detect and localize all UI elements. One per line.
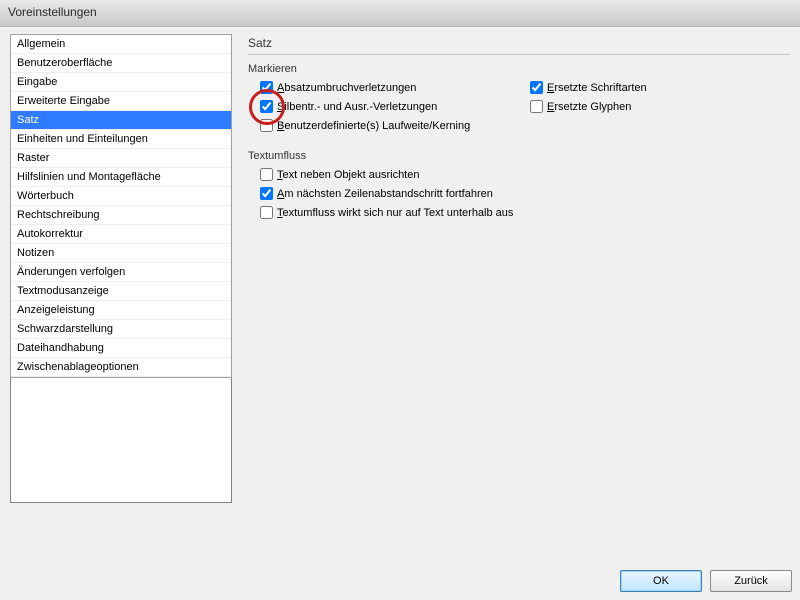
sidebar-item[interactable]: Allgemein (11, 35, 231, 54)
option-mark-2[interactable]: Silbentr.- und Ausr.-Verletzungen (260, 100, 520, 113)
category-description-box (10, 378, 232, 503)
sidebar-item[interactable]: Änderungen verfolgen (11, 263, 231, 282)
option-mark-1[interactable]: Ersetzte Schriftarten (530, 81, 730, 94)
checkbox[interactable] (260, 81, 273, 94)
sidebar-item[interactable]: Anzeigeleistung (11, 301, 231, 320)
sidebar-item[interactable]: Benutzeroberfläche (11, 54, 231, 73)
sidebar-item[interactable]: Rechtschreibung (11, 206, 231, 225)
window-body: AllgemeinBenutzeroberflächeEingabeErweit… (0, 26, 800, 562)
checkbox-label: Benutzerdefinierte(s) Laufweite/Kerning (277, 120, 470, 132)
sidebar-item[interactable]: Textmodusanzeige (11, 282, 231, 301)
checkbox[interactable] (530, 81, 543, 94)
checkbox-label: Text neben Objekt ausrichten (277, 169, 419, 181)
ok-button[interactable]: OK (620, 570, 702, 592)
settings-panel: Satz Markieren Absatzumbruchverletzungen… (232, 34, 790, 562)
sidebar-item[interactable]: Erweiterte Eingabe (11, 92, 231, 111)
checkbox-label: Am nächsten Zeilenabstandschritt fortfah… (277, 188, 493, 200)
window-title: Voreinstellungen (8, 5, 97, 19)
checkbox-label: Textumfluss wirkt sich nur auf Text unte… (277, 207, 513, 219)
sidebar-item[interactable]: Hilfslinien und Montagefläche (11, 168, 231, 187)
panel-separator (248, 54, 790, 55)
sidebar: AllgemeinBenutzeroberflächeEingabeErweit… (10, 34, 232, 562)
panel-title: Satz (248, 36, 790, 54)
group-title-markieren: Markieren (248, 63, 790, 75)
group-textumfluss-options: Text neben Objekt ausrichten Am nächsten … (248, 168, 790, 219)
checkbox[interactable] (260, 100, 273, 113)
sidebar-item[interactable]: Autokorrektur (11, 225, 231, 244)
checkbox[interactable] (260, 119, 273, 132)
option-wrap-2[interactable]: Textumfluss wirkt sich nur auf Text unte… (260, 206, 790, 219)
checkbox-label: Absatzumbruchverletzungen (277, 82, 416, 94)
checkbox[interactable] (530, 100, 543, 113)
checkbox[interactable] (260, 206, 273, 219)
option-mark-3[interactable]: Ersetzte Glyphen (530, 100, 730, 113)
sidebar-item[interactable]: Zwischenablageoptionen (11, 358, 231, 377)
sidebar-item[interactable]: Schwarzdarstellung (11, 320, 231, 339)
sidebar-item[interactable]: Eingabe (11, 73, 231, 92)
group-markieren-options: Absatzumbruchverletzungen Ersetzte Schrif… (248, 81, 790, 132)
window-titlebar: Voreinstellungen (0, 0, 800, 27)
sidebar-item[interactable]: Raster (11, 149, 231, 168)
sidebar-item[interactable]: Notizen (11, 244, 231, 263)
option-wrap-1[interactable]: Am nächsten Zeilenabstandschritt fortfah… (260, 187, 790, 200)
checkbox[interactable] (260, 187, 273, 200)
checkbox-label: Ersetzte Glyphen (547, 101, 631, 113)
sidebar-item[interactable]: Dateihandhabung (11, 339, 231, 358)
back-button[interactable]: Zurück (710, 570, 792, 592)
group-title-textumfluss: Textumfluss (248, 150, 790, 162)
option-mark-4[interactable]: Benutzerdefinierte(s) Laufweite/Kerning (260, 119, 730, 132)
category-list[interactable]: AllgemeinBenutzeroberflächeEingabeErweit… (10, 34, 232, 378)
sidebar-item[interactable]: Satz (11, 111, 231, 130)
dialog-footer: OK Zurück (0, 562, 800, 600)
option-mark-0[interactable]: Absatzumbruchverletzungen (260, 81, 520, 94)
checkbox-label: Silbentr.- und Ausr.-Verletzungen (277, 101, 437, 113)
sidebar-item[interactable]: Wörterbuch (11, 187, 231, 206)
option-wrap-0[interactable]: Text neben Objekt ausrichten (260, 168, 790, 181)
checkbox[interactable] (260, 168, 273, 181)
sidebar-item[interactable]: Einheiten und Einteilungen (11, 130, 231, 149)
checkbox-label: Ersetzte Schriftarten (547, 82, 647, 94)
preferences-window: Voreinstellungen AllgemeinBenutzeroberfl… (0, 0, 800, 600)
